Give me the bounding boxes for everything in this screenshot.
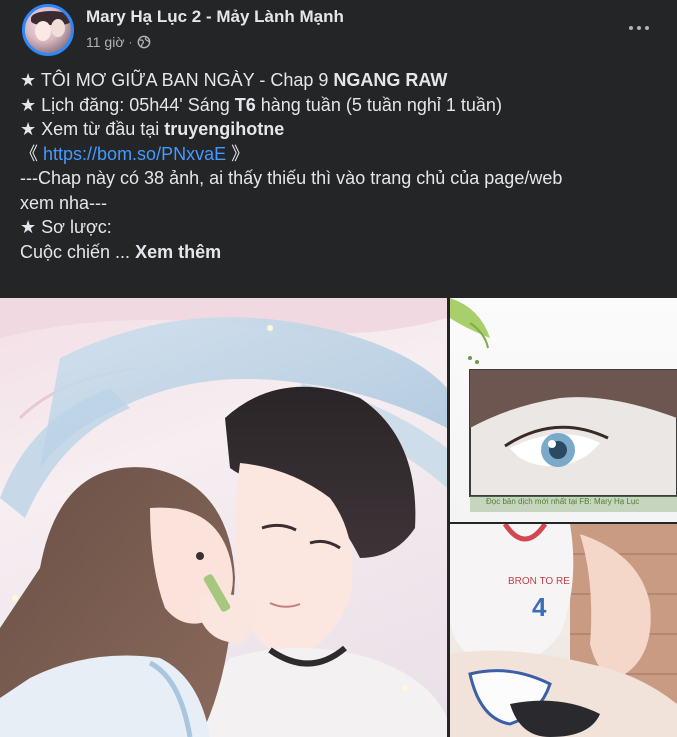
jersey-text: BRON TO RE	[508, 576, 570, 587]
watermark-text: Đọc bản dịch mới nhất tại FB: Mary Hạ Lụ…	[486, 497, 639, 506]
post-line-2: ★ Lịch đăng: 05h44' Sáng T6 hàng tuần (5…	[20, 94, 502, 115]
jersey-number: 4	[532, 592, 547, 622]
post-line-3: ★ Xem từ đầu tại truyengihotne	[20, 119, 285, 139]
post-line-5: ---Chap này có 38 ảnh, ai thấy thiếu thì…	[20, 168, 563, 188]
more-options-button[interactable]	[621, 10, 657, 46]
globe-icon[interactable]	[137, 35, 151, 49]
post-media: Đọc bản dịch mới nhất tại FB: Mary Hạ Lụ…	[0, 298, 677, 737]
more-dots-icon	[629, 26, 633, 30]
post-link-line: 《 https://bom.so/PNxvaE 》	[20, 143, 250, 164]
avatar[interactable]	[22, 4, 74, 56]
source-link[interactable]: https://bom.so/PNxvaE	[43, 144, 226, 164]
post-line-6: xem nha---	[20, 192, 108, 213]
post-text: ★ TÔI MƠ GIỮA BAN NGÀY - Chap 9 NGANG RA…	[20, 68, 660, 264]
post-header: Mary Hạ Lục 2 - Mảy Lành Mạnh 11 giờ ·	[0, 0, 677, 64]
author-name[interactable]: Mary Hạ Lục 2 - Mảy Lành Mạnh	[86, 7, 344, 27]
see-more-link[interactable]: Xem thêm	[135, 242, 221, 262]
post-line-7: ★ Sơ lược:	[20, 217, 112, 237]
post-line-8: Cuộc chiến ... Xem thêm	[20, 241, 222, 262]
post-time[interactable]: 11 giờ	[86, 34, 125, 50]
post-meta: 11 giờ ·	[86, 34, 151, 50]
post-line-1: ★ TÔI MƠ GIỮA BAN NGÀY - Chap 9 NGANG RA…	[20, 70, 448, 90]
meta-separator: ·	[128, 35, 133, 49]
eye-closeup-image[interactable]: Đọc bản dịch mới nhất tại FB: Mary Hạ Lụ…	[450, 298, 677, 522]
main-image[interactable]	[0, 298, 447, 737]
jersey-image[interactable]: BRON TO RE 4	[450, 524, 677, 737]
